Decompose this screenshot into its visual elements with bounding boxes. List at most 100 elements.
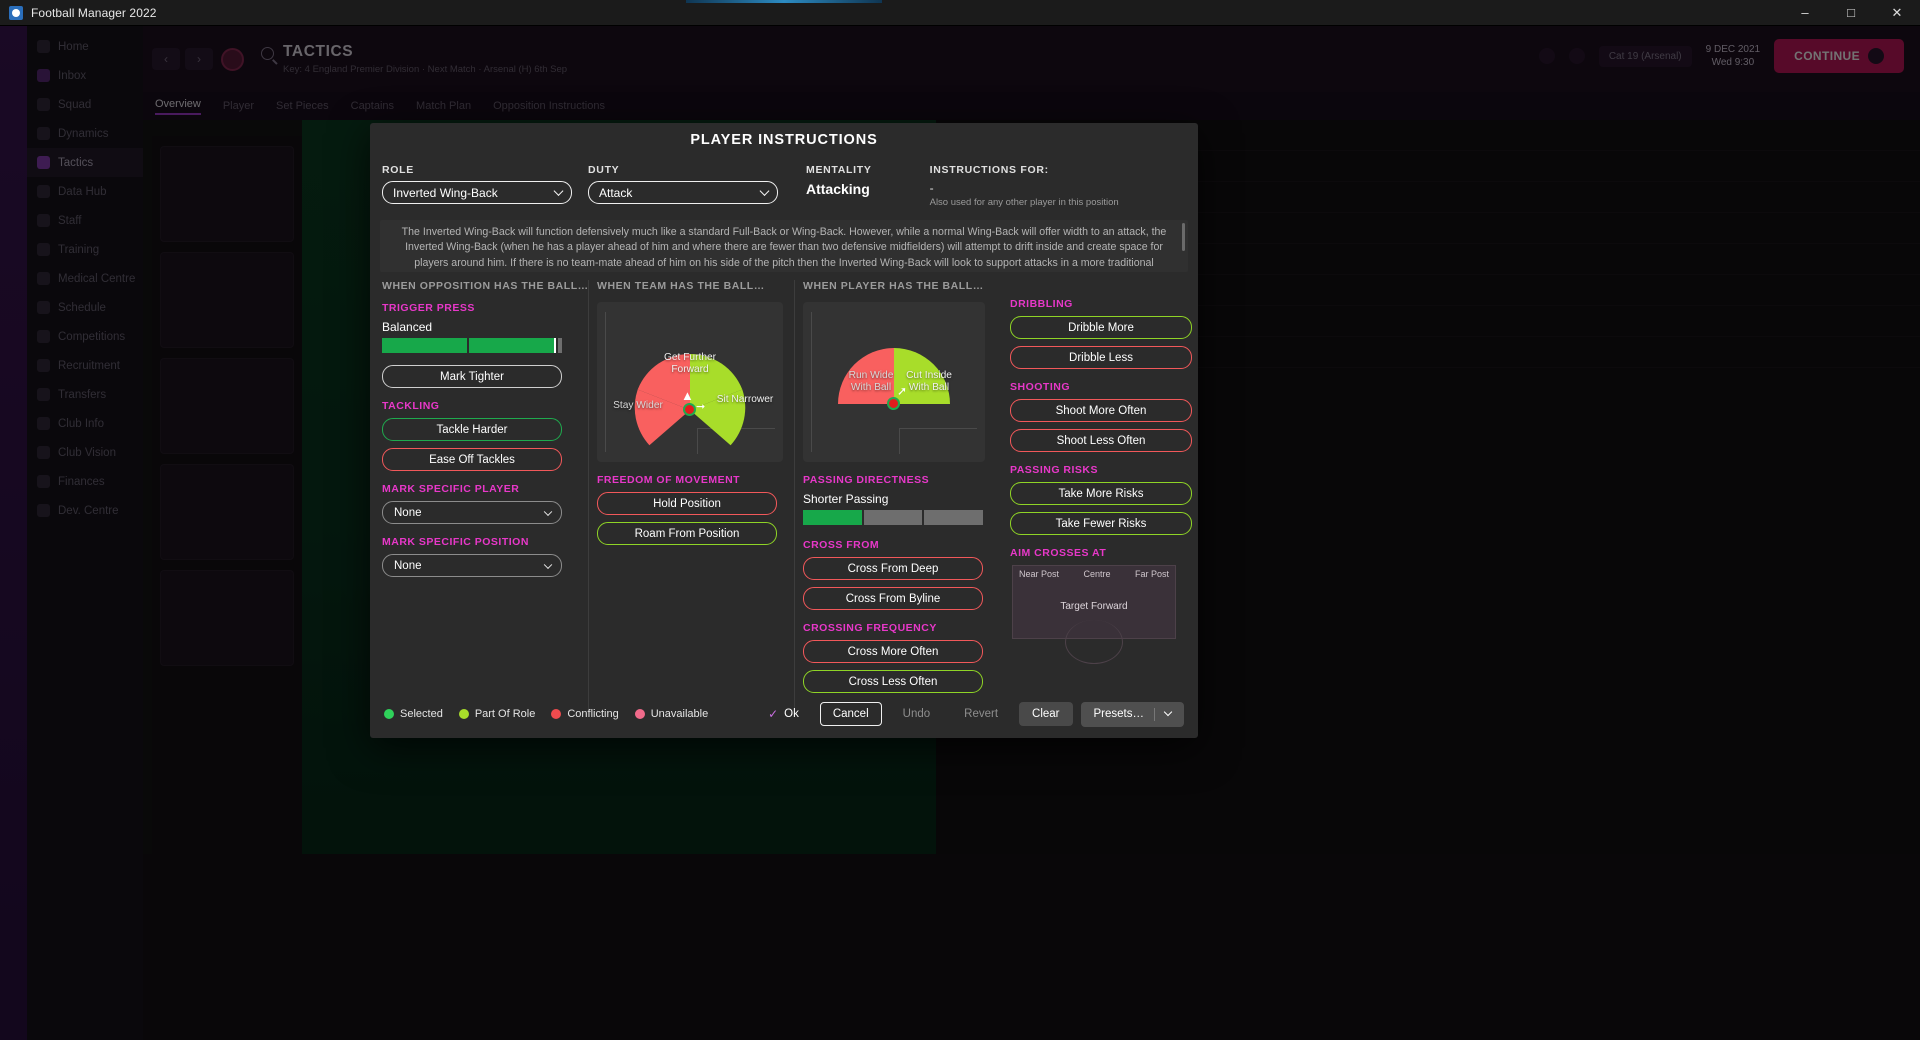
sidebar-item-recruitment[interactable]: Recruitment <box>27 351 143 380</box>
shoot-more-often-button[interactable]: Shoot More Often <box>1010 399 1192 422</box>
role-dropdown[interactable]: Inverted Wing-Back <box>382 181 572 204</box>
left-rail <box>0 26 27 1040</box>
tab-set-pieces[interactable]: Set Pieces <box>276 100 329 112</box>
app-icon <box>9 5 23 20</box>
team-movement-arc[interactable] <box>597 302 783 462</box>
inbox-badge-icon[interactable] <box>1568 48 1585 64</box>
target-far-post[interactable]: Far Post <box>1135 569 1169 579</box>
slider-segment[interactable] <box>558 338 562 353</box>
mark-specific-player-dropdown[interactable]: None <box>382 501 562 524</box>
target-near-post[interactable]: Near Post <box>1019 569 1059 579</box>
aim-crosses-target-box[interactable]: Near Post Centre Far Post Target Forward <box>1012 565 1176 664</box>
tab-match-plan[interactable]: Match Plan <box>416 100 471 112</box>
sidebar-item-staff[interactable]: Staff <box>27 206 143 235</box>
window-title: Football Manager 2022 <box>31 5 157 20</box>
target-centre[interactable]: Centre <box>1084 569 1111 579</box>
top-bar-right: Cat 19 (Arsenal) 9 DEC 2021 Wed 9:30 CON… <box>1538 39 1904 73</box>
role-description-box[interactable]: The Inverted Wing-Back will function def… <box>380 220 1188 272</box>
slider-segment[interactable] <box>863 510 923 525</box>
sidebar-item-training[interactable]: Training <box>27 235 143 264</box>
tactics-icon <box>37 156 50 169</box>
tackle-harder-button[interactable]: Tackle Harder <box>382 418 562 441</box>
sidebar-item-dynamics[interactable]: Dynamics <box>27 119 143 148</box>
group-tackling: TACKLING <box>382 400 440 412</box>
clear-button[interactable]: Clear <box>1019 702 1073 726</box>
forward-button[interactable]: › <box>185 48 213 70</box>
continue-button[interactable]: CONTINUE <box>1774 39 1904 73</box>
mark-tighter-button[interactable]: Mark Tighter <box>382 365 562 388</box>
sidebar-item-club-info[interactable]: Club Info <box>27 409 143 438</box>
tactic-card[interactable] <box>160 358 294 454</box>
presets-button[interactable]: Presets… <box>1080 701 1184 727</box>
schedule-icon <box>37 301 50 314</box>
tab-strip: Overview Player Set Pieces Captains Matc… <box>143 92 1920 120</box>
cross-more-often-button[interactable]: Cross More Often <box>803 640 983 663</box>
slider-segment[interactable] <box>803 510 862 525</box>
target-target-forward[interactable]: Target Forward <box>1013 601 1175 612</box>
team-movement-arc-panel[interactable]: Get Further Forward Stay Wider Sit Narro… <box>597 302 783 462</box>
take-more-risks-button[interactable]: Take More Risks <box>1010 482 1192 505</box>
roam-from-position-button[interactable]: Roam From Position <box>597 522 777 545</box>
description-scrollbar[interactable] <box>1182 223 1185 251</box>
tab-captains[interactable]: Captains <box>351 100 394 112</box>
player-position-marker <box>683 403 696 416</box>
passing-directness-slider[interactable] <box>803 510 984 525</box>
sidebar-item-schedule[interactable]: Schedule <box>27 293 143 322</box>
trigger-press-slider[interactable] <box>382 338 562 353</box>
tactic-card[interactable] <box>160 146 294 242</box>
tactic-card[interactable] <box>160 252 294 348</box>
hold-position-button[interactable]: Hold Position <box>597 492 777 515</box>
close-button[interactable]: ✕ <box>1874 0 1920 26</box>
tactic-card[interactable] <box>160 464 294 560</box>
slider-segment[interactable] <box>924 510 984 525</box>
dialog-header-row: ROLE Inverted Wing-Back DUTY Attack MENT… <box>370 148 1198 208</box>
duty-dropdown[interactable]: Attack <box>588 181 778 204</box>
take-fewer-risks-button[interactable]: Take Fewer Risks <box>1010 512 1192 535</box>
group-dribbling: DRIBBLING <box>1010 298 1073 310</box>
sidebar-item-dev-centre[interactable]: Dev. Centre <box>27 496 143 525</box>
title-accent-bar <box>686 0 882 3</box>
sidebar-item-club-vision[interactable]: Club Vision <box>27 438 143 467</box>
sidebar-item-transfers[interactable]: Transfers <box>27 380 143 409</box>
cancel-button[interactable]: Cancel <box>819 702 882 726</box>
undo-button[interactable]: Undo <box>890 702 944 726</box>
manager-status-pill[interactable]: Cat 19 (Arsenal) <box>1598 45 1692 67</box>
dribble-more-button[interactable]: Dribble More <box>1010 316 1192 339</box>
tactic-card[interactable] <box>160 570 294 666</box>
tab-overview[interactable]: Overview <box>155 98 201 115</box>
tab-player[interactable]: Player <box>223 100 254 112</box>
ok-button[interactable]: ✓ Ok <box>755 701 812 727</box>
search-icon[interactable] <box>261 47 274 60</box>
squad-icon <box>37 98 50 111</box>
sidebar-item-home[interactable]: Home <box>27 32 143 61</box>
slider-segment[interactable] <box>382 338 467 353</box>
slider-segment[interactable] <box>469 338 556 353</box>
sidebar-item-medical-centre[interactable]: Medical Centre <box>27 264 143 293</box>
maximize-button[interactable]: □ <box>1828 0 1874 26</box>
column-opposition: WHEN OPPOSITION HAS THE BALL… TRIGGER PR… <box>370 280 588 710</box>
player-ball-arc[interactable] <box>803 302 985 462</box>
sidebar-item-data-hub[interactable]: Data Hub <box>27 177 143 206</box>
arrow-diagonal-icon: ➚ <box>897 384 908 398</box>
medical-icon <box>37 272 50 285</box>
minimize-button[interactable]: – <box>1782 0 1828 26</box>
sidebar-item-finances[interactable]: Finances <box>27 467 143 496</box>
cross-from-deep-button[interactable]: Cross From Deep <box>803 557 983 580</box>
sidebar-item-inbox[interactable]: Inbox <box>27 61 143 90</box>
ease-off-tackles-button[interactable]: Ease Off Tackles <box>382 448 562 471</box>
check-icon: ✓ <box>768 707 779 721</box>
dynamics-icon <box>37 127 50 140</box>
player-ball-arc-panel[interactable]: Run Wide With Ball Cut Inside With Ball … <box>803 302 985 462</box>
mark-specific-position-dropdown[interactable]: None <box>382 554 562 577</box>
revert-button[interactable]: Revert <box>951 702 1011 726</box>
sidebar-item-tactics[interactable]: Tactics <box>27 148 143 177</box>
dribble-less-button[interactable]: Dribble Less <box>1010 346 1192 369</box>
sidebar-item-competitions[interactable]: Competitions <box>27 322 143 351</box>
shoot-less-often-button[interactable]: Shoot Less Often <box>1010 429 1192 452</box>
cross-from-byline-button[interactable]: Cross From Byline <box>803 587 983 610</box>
tab-opposition-instructions[interactable]: Opposition Instructions <box>493 100 605 112</box>
notifications-icon[interactable] <box>1538 48 1555 64</box>
sidebar-item-squad[interactable]: Squad <box>27 90 143 119</box>
penalty-arc-shape <box>1065 620 1123 664</box>
back-button[interactable]: ‹ <box>152 48 180 70</box>
